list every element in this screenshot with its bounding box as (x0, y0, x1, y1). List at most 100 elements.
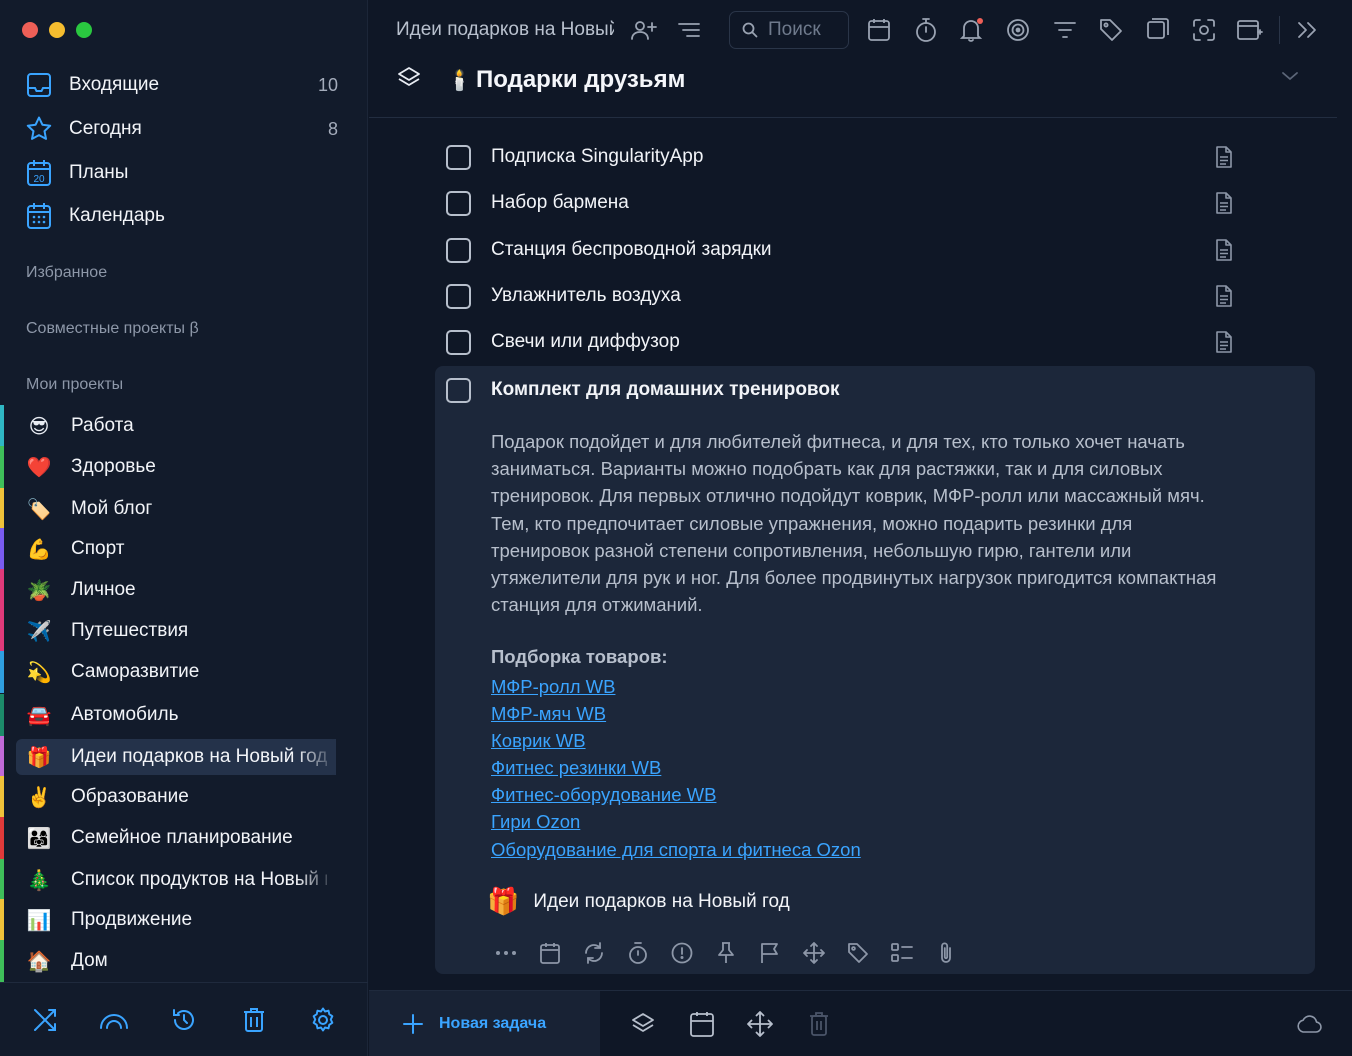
chevron-down-icon[interactable] (1281, 70, 1299, 82)
task-row[interactable]: Набор бармена (435, 183, 1269, 223)
nav-item-inbox[interactable]: Входящие 10 (24, 69, 342, 101)
attachment-icon[interactable] (931, 938, 960, 967)
task-row[interactable]: Станция беспроводной зарядки (435, 230, 1269, 270)
nav-label: Сегодня (69, 118, 142, 139)
sidebar-project-item[interactable]: 💪 Спорт (0, 528, 336, 570)
timer-icon[interactable] (623, 938, 652, 967)
nav-item-plans[interactable]: 20 Планы (24, 157, 342, 189)
repeat-icon[interactable] (579, 938, 608, 967)
project-label: Дом (71, 950, 108, 971)
move-icon[interactable] (745, 1009, 775, 1039)
section-my-projects[interactable]: Мои проекты (26, 376, 123, 394)
pin-icon[interactable] (711, 938, 740, 967)
project-label: Продвижение (71, 909, 193, 930)
checklist-icon[interactable] (887, 938, 916, 967)
add-window-icon[interactable] (1236, 16, 1264, 44)
close-window-button[interactable] (22, 22, 38, 38)
task-title[interactable]: Свечи или диффузор (491, 331, 680, 353)
shuffle-icon[interactable] (28, 1003, 62, 1037)
section-shared-projects[interactable]: Совместные проекты β (26, 320, 199, 338)
more-icon[interactable] (491, 938, 520, 967)
product-link[interactable]: Гири Ozon (491, 808, 861, 835)
move-icon[interactable] (799, 938, 828, 967)
layers-icon[interactable] (628, 1009, 658, 1039)
share-user-icon[interactable] (630, 16, 658, 44)
settings-icon[interactable] (306, 1003, 340, 1037)
sidebar-project-item[interactable]: ✌️ Образование (0, 776, 336, 818)
sidebar-project-item[interactable]: 💫 Саморазвитие (0, 651, 336, 693)
sidebar-project-item[interactable]: ❤️ Здоровье (0, 446, 336, 488)
task-title[interactable]: Комплект для домашних тренировок (491, 379, 839, 401)
search-box[interactable] (729, 11, 849, 49)
task-project[interactable]: 🎁 Идеи подарков на Новый год (487, 886, 790, 917)
focus-target-icon[interactable] (1004, 16, 1032, 44)
trash-icon[interactable] (237, 1003, 271, 1037)
maximize-window-button[interactable] (76, 22, 92, 38)
search-input[interactable] (768, 19, 842, 41)
breadcrumb[interactable]: Идеи подарков на Новый год (396, 19, 614, 41)
double-chevron-right-icon[interactable] (1293, 16, 1321, 44)
priority-icon[interactable] (667, 938, 696, 967)
sidebar-project-item[interactable]: 📊 Продвижение (0, 899, 336, 941)
task-checkbox[interactable] (446, 283, 471, 309)
trash-icon[interactable] (804, 1009, 834, 1039)
product-link[interactable]: МФР-ролл WB (491, 673, 861, 700)
sidebar-project-item[interactable]: 🎁 Идеи подарков на Новый год (0, 736, 336, 778)
note-icon[interactable] (1215, 239, 1233, 261)
sidebar-project-item[interactable]: 😎 Работа (0, 405, 336, 447)
calendar-icon[interactable] (687, 1009, 717, 1039)
sidebar-project-item[interactable]: 👨‍👩‍👧 Семейное планирование (0, 817, 336, 859)
product-link[interactable]: Фитнес резинки WB (491, 754, 861, 781)
nav-item-calendar[interactable]: Календарь (24, 200, 342, 232)
cloud-icon[interactable] (1294, 1009, 1324, 1039)
task-title[interactable]: Набор бармена (491, 192, 629, 214)
sidebar-project-item[interactable]: ✈️ Путешествия (0, 610, 336, 652)
rainbow-icon[interactable] (97, 1003, 131, 1037)
layers-icon[interactable] (397, 66, 421, 90)
calendar-icon[interactable] (865, 16, 893, 44)
task-row[interactable]: Свечи или диффузор (435, 322, 1269, 362)
sidebar-project-item[interactable]: 🎄 Список продуктов на Новый год (0, 859, 336, 901)
task-title[interactable]: Станция беспроводной зарядки (491, 239, 772, 261)
sort-icon[interactable] (675, 16, 703, 44)
task-title[interactable]: Подписка SingularityApp (491, 146, 703, 168)
task-checkbox[interactable] (446, 144, 471, 170)
timer-icon[interactable] (912, 16, 940, 44)
product-link[interactable]: Фитнес-оборудование WB (491, 781, 861, 808)
sidebar-project-item[interactable]: 🏠 Дом (0, 940, 336, 982)
note-icon[interactable] (1215, 285, 1233, 307)
new-task-button[interactable]: Новая задача (369, 991, 600, 1056)
task-checkbox[interactable] (446, 377, 471, 403)
product-link[interactable]: Коврик WB (491, 727, 861, 754)
tag-icon[interactable] (843, 938, 872, 967)
tag-icon[interactable] (1097, 16, 1125, 44)
sidebar-project-item[interactable]: 🪴 Личное (0, 569, 336, 611)
nav-item-today[interactable]: Сегодня 8 (24, 113, 342, 145)
product-link[interactable]: Оборудование для спорта и фитнеса Ozon (491, 836, 861, 863)
task-row[interactable]: Подписка SingularityApp (435, 137, 1269, 177)
task-row[interactable]: Комплект для домашних тренировок (435, 370, 1315, 410)
flag-icon[interactable] (755, 938, 784, 967)
minimize-window-button[interactable] (49, 22, 65, 38)
task-checkbox[interactable] (446, 329, 471, 355)
task-checkbox[interactable] (446, 190, 471, 216)
filter-icon[interactable] (1051, 16, 1079, 44)
product-link[interactable]: МФР-мяч WB (491, 700, 861, 727)
history-icon[interactable] (167, 1003, 201, 1037)
screenshot-icon[interactable] (1190, 16, 1218, 44)
note-icon[interactable] (1215, 331, 1233, 353)
bell-icon[interactable] (958, 16, 986, 44)
board-icon[interactable] (1144, 16, 1172, 44)
calendar-icon[interactable] (535, 938, 564, 967)
sidebar-project-item[interactable]: 🚘 Автомобиль (0, 694, 336, 736)
task-checkbox[interactable] (446, 237, 471, 263)
note-icon[interactable] (1215, 192, 1233, 214)
page-title[interactable]: Подарки друзьям (476, 66, 685, 94)
section-favorites[interactable]: Избранное (26, 264, 107, 282)
sidebar-project-item[interactable]: 🏷️ Мой блог (0, 488, 336, 530)
task-title[interactable]: Увлажнитель воздуха (491, 285, 681, 307)
note-icon[interactable] (1215, 146, 1233, 168)
project-label: Путешествия (71, 620, 189, 641)
task-row[interactable]: Увлажнитель воздуха (435, 276, 1269, 316)
task-description[interactable]: Подарок подойдет и для любителей фитнеса… (491, 428, 1291, 618)
